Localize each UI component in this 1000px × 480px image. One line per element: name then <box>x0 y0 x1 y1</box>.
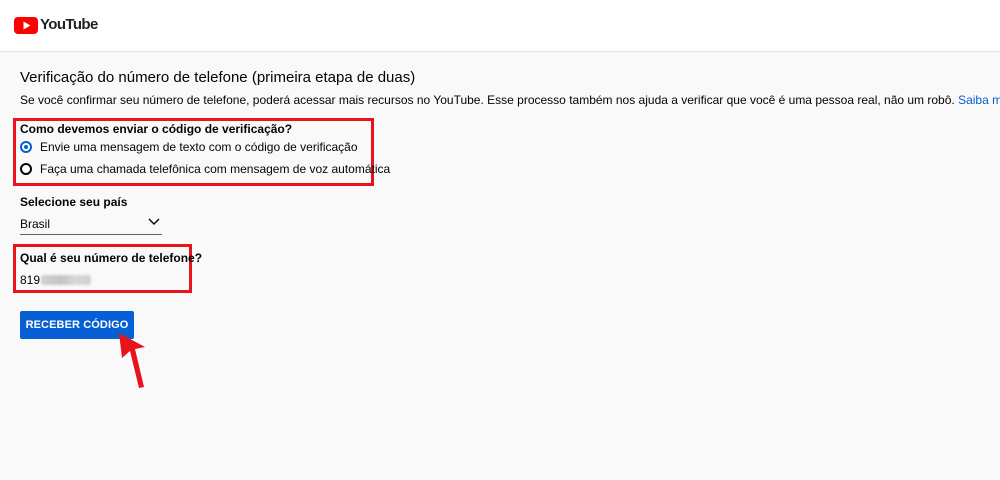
youtube-play-icon <box>14 16 38 34</box>
logo-wordmark: YouTube <box>40 16 98 33</box>
phone-number-blurred <box>41 275 92 285</box>
page-description: Se você confirmar seu número de telefone… <box>20 93 1000 107</box>
country-value: Brasil <box>20 217 51 231</box>
phone-input[interactable]: 819 <box>20 273 92 287</box>
phone-number-visible: 819 <box>20 273 41 287</box>
chevron-down-icon <box>148 218 160 225</box>
method-option-sms[interactable]: Envie uma mensagem de texto com o código… <box>20 140 358 154</box>
country-label: Selecione seu país <box>20 195 128 209</box>
method-option-label: Envie uma mensagem de texto com o código… <box>40 140 358 154</box>
page-title: Verificação do número de telefone (prime… <box>20 69 416 86</box>
red-arrow-icon <box>119 333 145 388</box>
radio-selected[interactable] <box>20 141 32 153</box>
learn-more-link[interactable]: Saiba mais <box>958 93 1000 107</box>
country-dropdown[interactable]: Brasil <box>20 212 162 235</box>
top-header: YouTube <box>0 0 1000 52</box>
youtube-logo[interactable]: YouTube <box>14 16 98 34</box>
method-question-label: Como devemos enviar o código de verifica… <box>20 122 293 136</box>
method-option-call[interactable]: Faça uma chamada telefônica com mensagem… <box>20 162 390 176</box>
description-text: Se você confirmar seu número de telefone… <box>20 93 955 107</box>
method-option-label: Faça uma chamada telefônica com mensagem… <box>40 162 391 176</box>
radio-unselected[interactable] <box>20 163 32 175</box>
phone-question-label: Qual é seu número de telefone? <box>20 251 203 265</box>
